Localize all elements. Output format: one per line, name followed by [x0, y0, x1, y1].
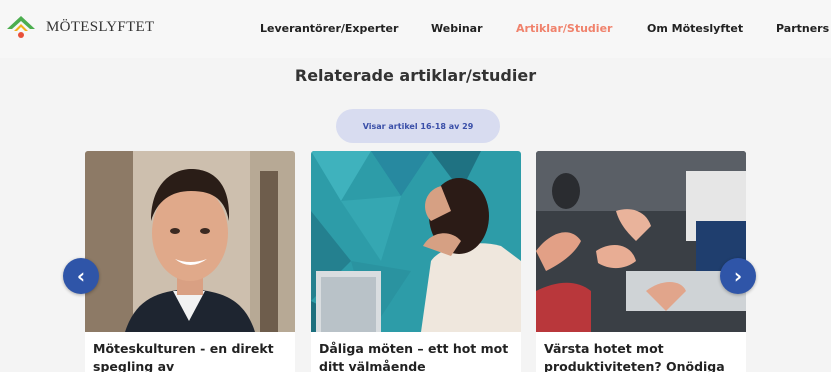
- nav-partners[interactable]: Partners: [776, 22, 829, 35]
- house-roof-logo-icon: [7, 16, 35, 38]
- nav-webinar[interactable]: Webinar: [431, 22, 483, 35]
- brand-logo[interactable]: MÖTESLYFTET: [6, 14, 154, 40]
- article-card[interactable]: Dåliga möten – ett hot mot ditt välmåend…: [311, 151, 521, 372]
- article-card-title[interactable]: Värsta hotet mot produktiviteten? Onödig…: [544, 340, 738, 372]
- carousel-prev-button[interactable]: ‹: [63, 258, 99, 294]
- brand-name: MÖTESLYFTET: [46, 18, 155, 35]
- nav-suppliers-experts[interactable]: Leverantörer/Experter: [260, 22, 398, 35]
- stressed-woman-at-laptop-image: [311, 151, 521, 332]
- site-header: MÖTESLYFTET Leverantörer/Experter Webina…: [0, 0, 831, 58]
- article-card-title[interactable]: Möteskulturen - en direkt spegling av: [93, 340, 287, 372]
- carousel-next-button[interactable]: ›: [720, 258, 756, 294]
- chevron-right-icon: ›: [733, 264, 743, 288]
- pager-indicator: Visar artikel 16-18 av 29: [336, 109, 500, 143]
- smiling-man-portrait-image: [85, 151, 295, 332]
- chevron-left-icon: ‹: [76, 264, 86, 288]
- article-card[interactable]: Värsta hotet mot produktiviteten? Onödig…: [536, 151, 746, 372]
- hands-gesturing-meeting-image: [536, 151, 746, 332]
- nav-articles-studies[interactable]: Artiklar/Studier: [516, 22, 612, 35]
- article-card[interactable]: Möteskulturen - en direkt spegling av: [85, 151, 295, 372]
- section-title: Relaterade artiklar/studier: [294, 66, 537, 85]
- article-card-title[interactable]: Dåliga möten – ett hot mot ditt välmåend…: [319, 340, 513, 372]
- nav-about[interactable]: Om Möteslyftet: [647, 22, 743, 35]
